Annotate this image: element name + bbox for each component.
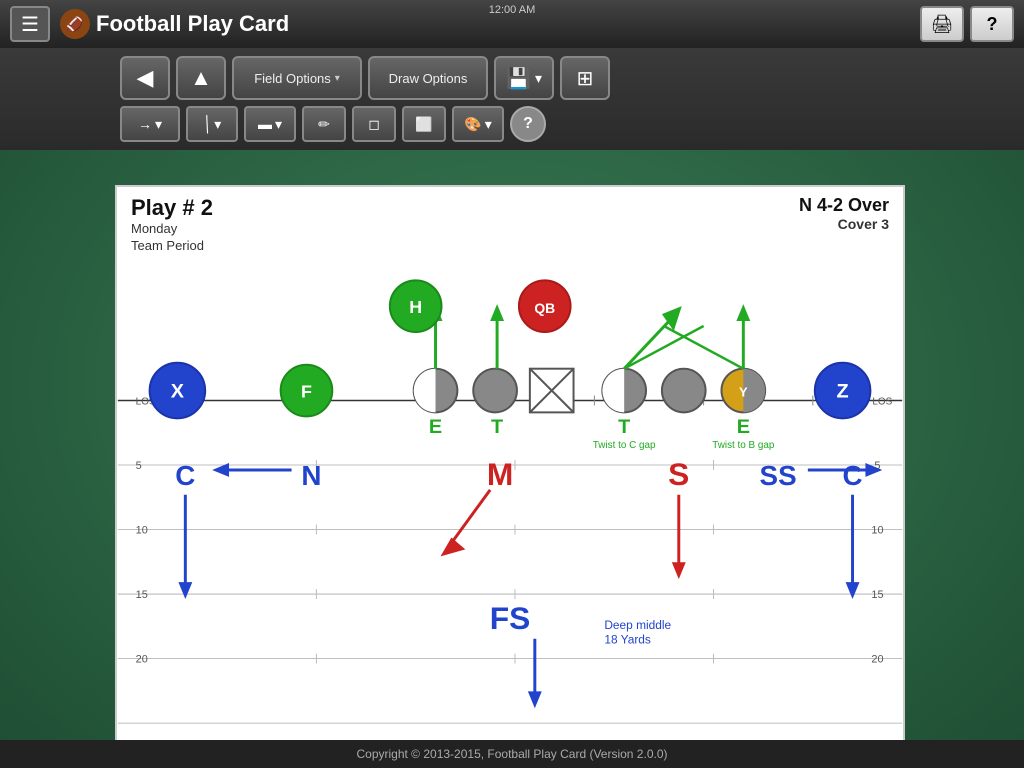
- svg-text:QB: QB: [534, 300, 555, 316]
- top-bar: ☰ 🏈 Football Play Card 12:00 AM 🖨 ?: [0, 0, 1024, 48]
- app-logo: 🏈 Football Play Card: [60, 9, 289, 39]
- image-icon: ⬜: [415, 116, 432, 133]
- svg-text:N: N: [301, 460, 321, 491]
- menu-icon: ☰: [21, 12, 39, 37]
- svg-text:Y: Y: [739, 384, 748, 399]
- pencil-tool-button[interactable]: ✏: [302, 106, 346, 142]
- arrow-tool-button[interactable]: → ▾: [120, 106, 180, 142]
- top-right-buttons: 🖨 ?: [920, 6, 1014, 42]
- eraser-tool-button[interactable]: ◻: [352, 106, 396, 142]
- svg-text:5: 5: [136, 460, 142, 472]
- svg-text:E: E: [429, 416, 442, 438]
- svg-text:20: 20: [136, 654, 148, 666]
- field-options-label: Field Options: [254, 71, 331, 86]
- copyright-text: Copyright © 2013-2015, Football Play Car…: [356, 747, 667, 761]
- svg-text:SS: SS: [760, 460, 797, 491]
- svg-text:LOS: LOS: [872, 396, 892, 407]
- svg-text:T: T: [618, 416, 630, 438]
- image-tool-button[interactable]: ⬜: [402, 106, 446, 142]
- print-button[interactable]: 🖨: [920, 6, 964, 42]
- svg-text:Z: Z: [837, 380, 849, 402]
- toolbar-row-1: ◀ ▲ Field Options ▾ Draw Options 💾 ▾ ⊞: [120, 56, 904, 100]
- palette-icon: 🎨: [464, 116, 481, 133]
- svg-text:F: F: [301, 381, 312, 401]
- svg-text:10: 10: [871, 525, 883, 537]
- undo-button[interactable]: ◀: [120, 56, 170, 100]
- arrow-right-icon: →: [138, 116, 152, 132]
- redo-button[interactable]: ▲: [176, 56, 226, 100]
- play-card: Play # 2 Monday Team Period N 4-2 Over C…: [115, 185, 905, 745]
- eraser-icon: ◻: [368, 116, 380, 133]
- print-icon: 🖨: [931, 14, 954, 35]
- svg-text:E: E: [737, 416, 750, 438]
- svg-text:15: 15: [136, 589, 148, 601]
- svg-text:X: X: [171, 380, 185, 402]
- shape-dropdown-icon: ▾: [275, 116, 282, 133]
- svg-text:C: C: [842, 460, 862, 491]
- help-icon: ?: [523, 115, 533, 133]
- redo-icon: ▲: [190, 65, 212, 91]
- footer: Copyright © 2013-2015, Football Play Car…: [0, 740, 1024, 768]
- add-play-button[interactable]: ⊞: [560, 56, 610, 100]
- svg-text:Deep middle: Deep middle: [604, 618, 671, 632]
- time-display: 12:00 AM: [489, 4, 535, 16]
- line-tool-button[interactable]: ╱ ▾: [186, 106, 238, 142]
- logo-icon: 🏈: [60, 9, 90, 39]
- save-icon: 💾: [506, 66, 531, 91]
- line-dropdown-icon: ▾: [214, 116, 221, 133]
- svg-text:18 Yards: 18 Yards: [604, 633, 651, 647]
- field-diagram: LOS 5 10 15 20 LOS 5 10 15 20 Y E T: [117, 187, 903, 743]
- svg-text:15: 15: [871, 589, 883, 601]
- svg-text:20: 20: [871, 654, 883, 666]
- menu-button[interactable]: ☰: [10, 6, 50, 42]
- svg-text:Twist to C gap: Twist to C gap: [593, 440, 656, 451]
- toolbar-row-2: → ▾ ╱ ▾ ▬ ▾ ✏ ◻ ⬜ 🎨 ▾ ?: [120, 106, 904, 142]
- help-button-top[interactable]: ?: [970, 6, 1014, 42]
- field-options-button[interactable]: Field Options ▾: [232, 56, 362, 100]
- draw-options-label: Draw Options: [389, 71, 468, 86]
- app-title: Football Play Card: [96, 11, 289, 37]
- draw-options-button[interactable]: Draw Options: [368, 56, 488, 100]
- svg-text:FS: FS: [490, 600, 531, 636]
- undo-icon: ◀: [137, 65, 154, 91]
- save-dropdown-icon: ▾: [535, 70, 542, 87]
- field-options-dropdown-icon: ▾: [335, 73, 340, 84]
- color-dropdown-icon: ▾: [485, 116, 492, 133]
- svg-text:S: S: [668, 456, 689, 492]
- save-button[interactable]: 💾 ▾: [494, 56, 554, 100]
- svg-text:M: M: [487, 456, 513, 492]
- help-button[interactable]: ?: [510, 106, 546, 142]
- toolbar-area: ◀ ▲ Field Options ▾ Draw Options 💾 ▾ ⊞ →…: [0, 48, 1024, 150]
- svg-text:Twist to B gap: Twist to B gap: [712, 440, 775, 451]
- color-tool-button[interactable]: 🎨 ▾: [452, 106, 504, 142]
- question-icon: ?: [987, 14, 998, 35]
- svg-text:T: T: [491, 416, 503, 438]
- add-icon: ⊞: [577, 66, 594, 91]
- shape-tool-button[interactable]: ▬ ▾: [244, 106, 296, 142]
- svg-text:10: 10: [136, 525, 148, 537]
- svg-text:H: H: [409, 297, 422, 317]
- svg-text:C: C: [175, 460, 195, 491]
- shape-icon: ▬: [258, 116, 272, 132]
- arrow-dropdown-icon: ▾: [155, 116, 162, 133]
- pencil-icon: ✏: [318, 116, 330, 133]
- line-icon: ╱: [199, 115, 215, 134]
